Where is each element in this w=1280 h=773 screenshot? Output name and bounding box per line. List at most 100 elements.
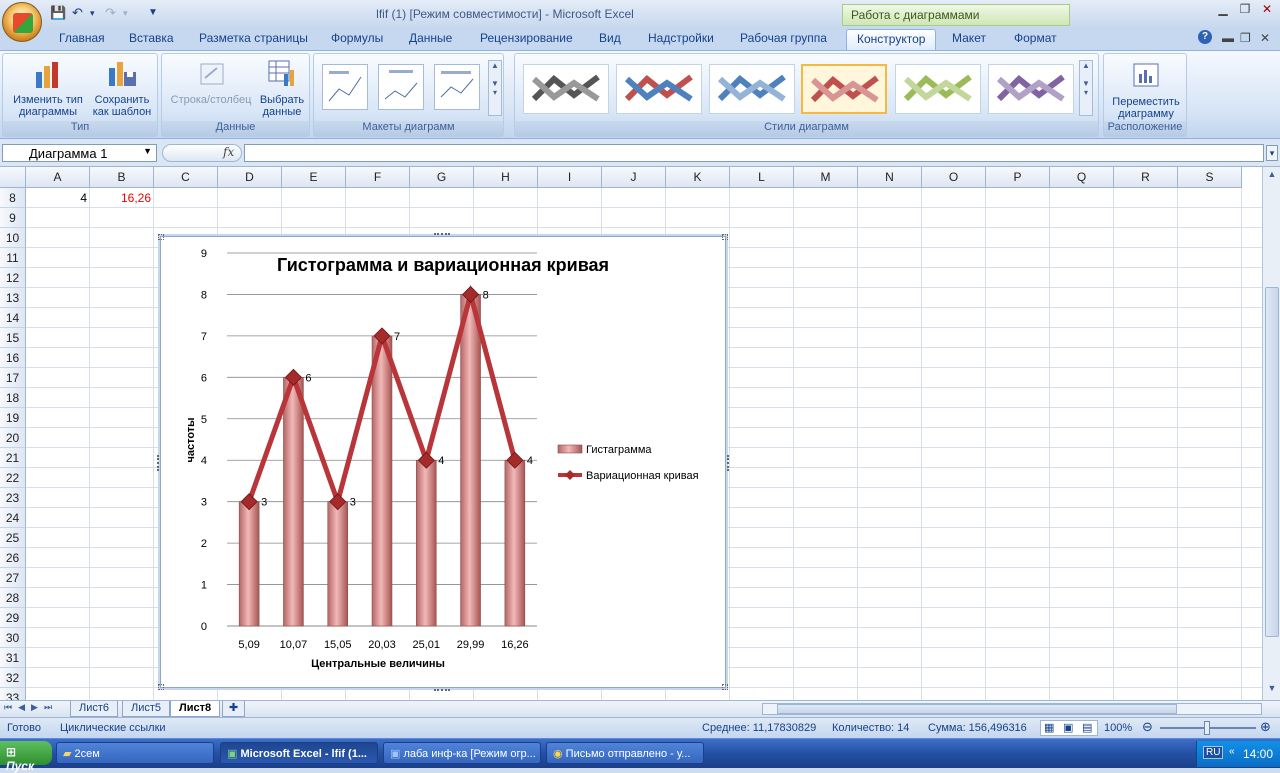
save-as-template-button[interactable]: Сохранить как шаблон [87, 58, 157, 118]
sheet-nav-icons[interactable]: ⏮◀▶⏭ [4, 702, 58, 713]
column-header-M[interactable]: M [794, 167, 858, 188]
chart-style-2[interactable] [616, 64, 702, 114]
tab-data[interactable]: Данные [409, 31, 452, 49]
office-button[interactable] [2, 2, 42, 42]
status-circular-refs[interactable]: Циклические ссылки [60, 722, 166, 734]
row-header-19[interactable]: 19 [0, 408, 26, 428]
zoom-slider-thumb[interactable] [1204, 721, 1210, 735]
select-data-button[interactable]: Выбрать данные [254, 58, 310, 118]
row-header-28[interactable]: 28 [0, 588, 26, 608]
row-header-15[interactable]: 15 [0, 328, 26, 348]
row-header-16[interactable]: 16 [0, 348, 26, 368]
column-header-C[interactable]: C [154, 167, 218, 188]
resize-handle-br[interactable] [722, 684, 728, 690]
sheet-tab-list6[interactable]: Лист6 [70, 701, 119, 717]
column-header-E[interactable]: E [282, 167, 346, 188]
scroll-down-icon[interactable]: ▼ [1265, 683, 1279, 697]
row-header-12[interactable]: 12 [0, 268, 26, 288]
column-header-R[interactable]: R [1114, 167, 1178, 188]
formula-input[interactable] [244, 144, 1264, 162]
column-header-K[interactable]: K [666, 167, 730, 188]
resize-handle-left[interactable] [157, 455, 161, 471]
insert-function-button[interactable]: fx [162, 144, 242, 162]
resize-handle-top[interactable] [434, 233, 450, 237]
chart-style-5[interactable] [895, 64, 981, 114]
sheet-tab-list8[interactable]: Лист8 [170, 701, 221, 717]
tab-page-layout[interactable]: Разметка страницы [199, 31, 308, 49]
row-header-30[interactable]: 30 [0, 628, 26, 648]
scroll-up-icon[interactable]: ▲ [1265, 169, 1279, 183]
doc-close-icon[interactable]: ✕ [1260, 31, 1270, 49]
page-layout-view-icon[interactable]: ▣ [1063, 721, 1073, 734]
column-header-D[interactable]: D [218, 167, 282, 188]
row-header-27[interactable]: 27 [0, 568, 26, 588]
select-all-corner[interactable] [0, 167, 26, 188]
layouts-scroll[interactable]: ▲ ▼ ▾ [488, 60, 502, 116]
zoom-out-icon[interactable]: ⊖ [1142, 719, 1153, 735]
switch-row-column-button[interactable]: Строка/столбец [164, 58, 258, 106]
horizontal-scrollbar[interactable] [762, 703, 1262, 715]
row-header-22[interactable]: 22 [0, 468, 26, 488]
row-header-11[interactable]: 11 [0, 248, 26, 268]
chart-style-1[interactable] [523, 64, 609, 114]
tab-insert[interactable]: Вставка [129, 31, 174, 49]
layout-thumbnail-1[interactable] [322, 64, 368, 110]
column-header-F[interactable]: F [346, 167, 410, 188]
row-header-13[interactable]: 13 [0, 288, 26, 308]
column-header-Q[interactable]: Q [1050, 167, 1114, 188]
start-button[interactable]: ⊞ Пуск [0, 741, 52, 773]
restore-icon[interactable]: ❐ [1236, 2, 1254, 18]
zoom-level[interactable]: 100% [1104, 722, 1132, 734]
normal-view-icon[interactable]: ▦ [1044, 721, 1054, 734]
column-header-A[interactable]: A [26, 167, 90, 188]
change-chart-type-button[interactable]: Изменить тип диаграммы [7, 58, 89, 118]
tab-home[interactable]: Главная [59, 31, 105, 49]
row-header-10[interactable]: 10 [0, 228, 26, 248]
row-header-29[interactable]: 29 [0, 608, 26, 628]
resize-handle-tr[interactable] [722, 234, 728, 240]
row-header-32[interactable]: 32 [0, 668, 26, 688]
task-folder[interactable]: ▰ 2сем [56, 742, 214, 764]
tab-design[interactable]: Конструктор [846, 29, 937, 50]
page-break-view-icon[interactable]: ▤ [1082, 721, 1092, 734]
row-header-17[interactable]: 17 [0, 368, 26, 388]
doc-restore-icon[interactable]: ❐ [1240, 31, 1251, 49]
layout-thumbnail-2[interactable] [378, 64, 424, 110]
column-header-I[interactable]: I [538, 167, 602, 188]
row-header-23[interactable]: 23 [0, 488, 26, 508]
tab-view[interactable]: Вид [599, 31, 621, 49]
column-header-H[interactable]: H [474, 167, 538, 188]
task-word[interactable]: ▣ лаба инф-ка [Режим огр... [383, 742, 541, 764]
help-icon[interactable]: ? [1198, 30, 1212, 44]
vertical-scrollbar[interactable]: ▲ ▼ [1262, 167, 1280, 700]
language-indicator[interactable]: RU [1203, 746, 1224, 759]
column-header-B[interactable]: B [90, 167, 154, 188]
tab-workgroup[interactable]: Рабочая группа [740, 31, 827, 49]
chart-style-6[interactable] [988, 64, 1074, 114]
chart-style-3[interactable] [709, 64, 795, 114]
row-header-31[interactable]: 31 [0, 648, 26, 668]
tray-expand-icon[interactable]: « [1229, 746, 1235, 757]
task-chrome[interactable]: ◉ Письмо отправлено - у... [546, 742, 704, 764]
row-header-9[interactable]: 9 [0, 208, 26, 228]
doc-minimize-icon[interactable]: ▬ [1222, 31, 1234, 49]
expand-formula-bar-icon[interactable]: ▾ [1266, 145, 1278, 161]
scroll-thumb[interactable] [1265, 287, 1279, 637]
minimize-icon[interactable]: ▁ [1214, 2, 1232, 18]
insert-sheet-icon[interactable]: ✚ [222, 701, 246, 717]
row-header-14[interactable]: 14 [0, 308, 26, 328]
column-header-N[interactable]: N [858, 167, 922, 188]
tab-formulas[interactable]: Формулы [331, 31, 383, 49]
resize-handle-tl[interactable] [158, 234, 164, 240]
column-header-G[interactable]: G [410, 167, 474, 188]
name-box-dropdown-icon[interactable]: ▼ [143, 146, 152, 156]
zoom-in-icon[interactable]: ⊕ [1260, 719, 1271, 735]
row-header-25[interactable]: 25 [0, 528, 26, 548]
name-box[interactable]: Диаграмма 1 ▼ [2, 144, 157, 162]
row-header-33[interactable]: 33 [0, 688, 26, 700]
horizontal-scroll-thumb[interactable] [777, 704, 1177, 714]
styles-scroll[interactable]: ▲ ▼ ▾ [1079, 60, 1093, 116]
layout-thumbnail-3[interactable] [434, 64, 480, 110]
tab-layout[interactable]: Макет [952, 31, 986, 49]
row-header-24[interactable]: 24 [0, 508, 26, 528]
